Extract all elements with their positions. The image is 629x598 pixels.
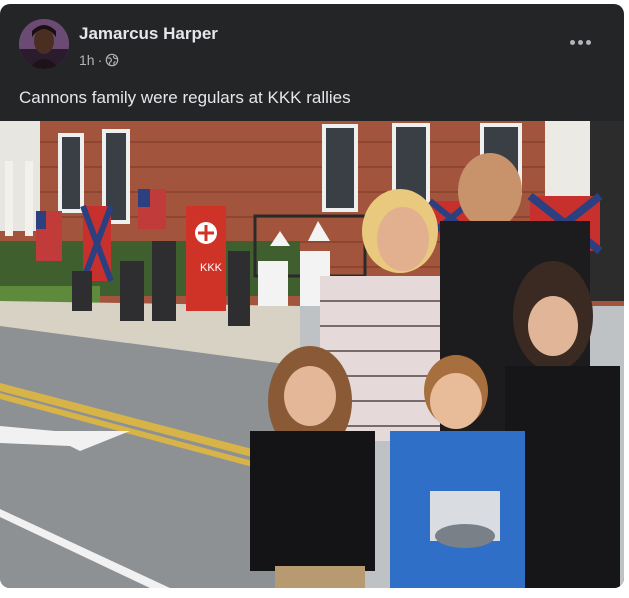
- post-card: Jamarcus Harper 1h · Cannons family were…: [0, 4, 624, 588]
- flag-text: KKK: [200, 262, 223, 274]
- author-name[interactable]: Jamarcus Harper: [79, 24, 218, 44]
- post-caption: Cannons family were regulars at KKK rall…: [19, 88, 351, 107]
- globe-icon[interactable]: [105, 53, 119, 67]
- meta-separator: ·: [97, 52, 103, 68]
- more-options-button[interactable]: [560, 30, 600, 54]
- avatar-image: [19, 19, 69, 69]
- more-options-icon: [569, 39, 575, 45]
- more-options-dot: [585, 39, 591, 45]
- post-timestamp[interactable]: 1h: [79, 52, 95, 68]
- post-photo[interactable]: KKK: [0, 121, 624, 588]
- post-meta: 1h ·: [79, 52, 119, 68]
- author-avatar[interactable]: [19, 19, 69, 69]
- more-options-dot: [577, 39, 583, 45]
